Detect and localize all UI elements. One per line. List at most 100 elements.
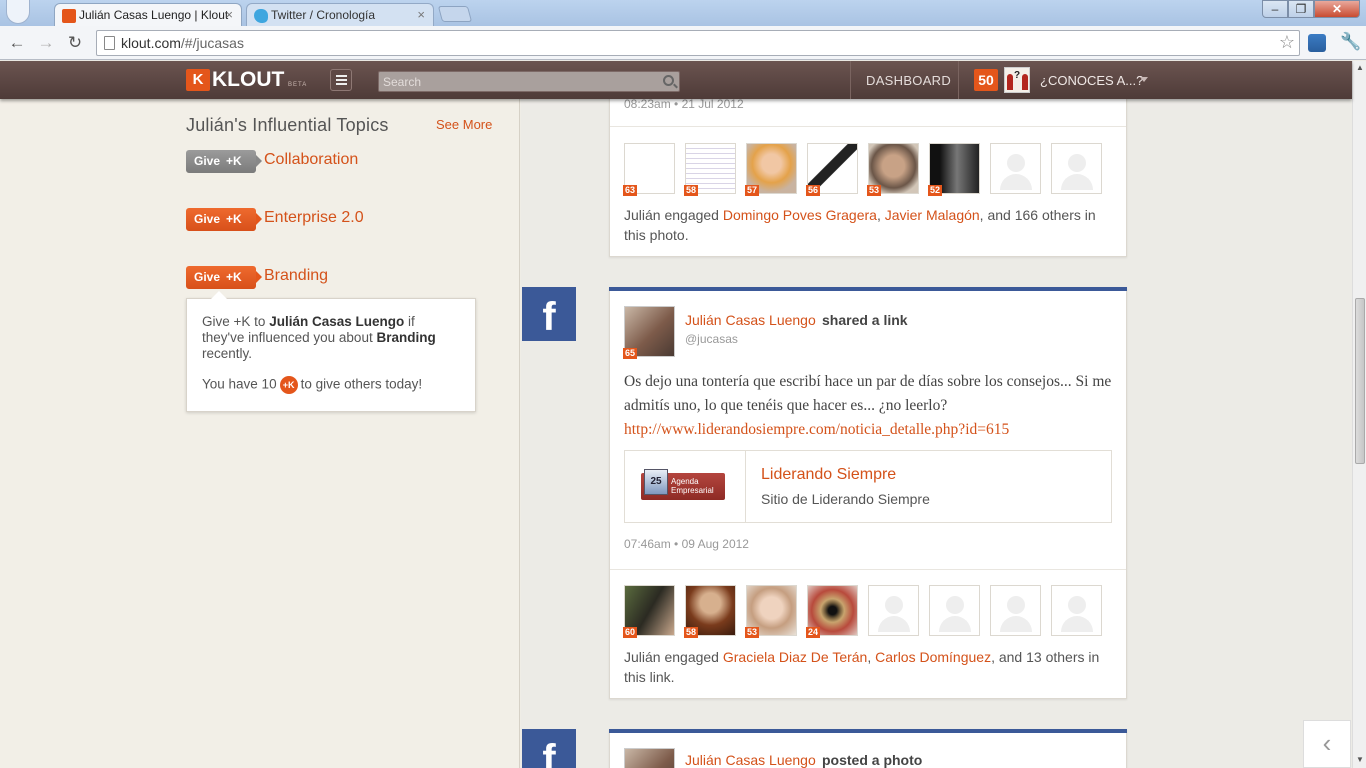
card-timestamp: 07:46am • 09 Aug 2012 xyxy=(624,537,749,551)
link-preview-thumbnail: Agenda Empresarial xyxy=(625,451,746,522)
give-k-button[interactable]: Give +K xyxy=(186,266,262,289)
link-preview-description: Sitio de Liderando Siempre xyxy=(761,491,930,507)
engaged-avatar[interactable]: 63 xyxy=(623,143,675,196)
engaged-avatar-placeholder[interactable] xyxy=(1051,143,1102,194)
engaged-avatar[interactable]: 53 xyxy=(867,143,919,196)
engaged-avatar[interactable]: 58 xyxy=(684,143,736,196)
give-k-tooltip: Give +K to Julián Casas Luengo if they'v… xyxy=(186,291,476,412)
topic-label[interactable]: Branding xyxy=(264,267,328,285)
close-window-button[interactable]: ✕ xyxy=(1314,0,1360,18)
engaged-avatar-placeholder[interactable] xyxy=(990,585,1041,636)
dashboard-link[interactable]: DASHBOARD xyxy=(866,73,951,88)
engaged-avatar[interactable]: 58 xyxy=(684,585,736,638)
engaged-user-link[interactable]: Javier Malagón xyxy=(885,207,980,223)
engaged-user-link[interactable]: Graciela Diaz De Terán xyxy=(723,649,867,665)
author-avatar[interactable] xyxy=(624,748,675,768)
feed-card: Julián Casas Luengo posted a photo xyxy=(609,729,1127,768)
engaged-avatar[interactable]: 56 xyxy=(806,143,858,196)
engaged-avatar-placeholder[interactable] xyxy=(929,585,980,636)
klout-k-icon: K xyxy=(186,69,210,91)
engaged-user-link[interactable]: Domingo Poves Gragera xyxy=(723,207,877,223)
engaged-avatar-placeholder[interactable] xyxy=(1051,585,1102,636)
link-preview[interactable]: Agenda Empresarial Liderando Siempre Sit… xyxy=(624,450,1112,523)
extension-icon[interactable] xyxy=(1308,34,1326,52)
post-action: posted a photo xyxy=(822,752,923,768)
reload-icon[interactable]: ↻ xyxy=(64,33,86,53)
chevron-left-icon[interactable]: ‹ xyxy=(1303,720,1351,768)
hamburger-menu-icon[interactable] xyxy=(330,69,352,91)
user-menu-button[interactable]: ¿CONOCES A...? xyxy=(1040,73,1143,88)
vertical-scrollbar[interactable]: ▲ ▼ xyxy=(1352,61,1366,768)
caret-down-icon[interactable] xyxy=(1140,77,1148,82)
give-k-button[interactable]: Give +K xyxy=(186,150,262,173)
feed-card: 65 Julián Casas Luengo shared a link @ju… xyxy=(609,287,1127,699)
post-body: Os dejo una tontería que escribí hace un… xyxy=(624,373,1112,438)
engaged-avatar-placeholder[interactable] xyxy=(990,143,1041,194)
engaged-summary: Julián engaged Graciela Diaz De Terán, C… xyxy=(624,649,1100,685)
klout-favicon-icon xyxy=(62,9,76,23)
facebook-icon: f xyxy=(522,287,576,341)
forward-arrow-icon[interactable]: → xyxy=(35,33,57,53)
post-link[interactable]: http://www.liderandosiempre.com/noticia_… xyxy=(624,421,1009,438)
tab-twitter[interactable]: Twitter / Cronología × xyxy=(246,3,434,26)
header-divider xyxy=(850,61,851,99)
tab-title: Julián Casas Luengo | Klout xyxy=(79,8,229,22)
post-action: shared a link xyxy=(822,312,908,328)
engaged-avatar[interactable]: 53 xyxy=(745,585,797,638)
engaged-avatar-placeholder[interactable] xyxy=(868,585,919,636)
header-divider xyxy=(958,61,959,99)
scrollbar-thumb[interactable] xyxy=(1355,298,1365,464)
klout-header: KKLOUT BETA DASHBOARD 50 ? ¿CONOCES A...… xyxy=(0,61,1352,99)
topic-label[interactable]: Collaboration xyxy=(264,151,358,169)
profile-icon[interactable] xyxy=(6,0,30,24)
see-more-link[interactable]: See More xyxy=(436,117,492,132)
page-content: Julián's Influential Topics See More Giv… xyxy=(0,99,1352,768)
tab-title: Twitter / Cronología xyxy=(271,8,376,22)
new-tab-button[interactable] xyxy=(437,6,473,22)
browser-toolbar: ← → ↻ klout.com/#/jucasas ☆ 🔧 xyxy=(0,26,1366,60)
engaged-avatar[interactable]: 24 xyxy=(806,585,858,638)
tooltip-line1: Give +K to Julián Casas Luengo if they'v… xyxy=(202,314,436,361)
influential-topics-title: Julián's Influential Topics xyxy=(186,115,389,135)
card-timestamp: 08:23am • 21 Jul 2012 xyxy=(624,99,744,111)
engaged-avatar[interactable]: 60 xyxy=(623,585,675,638)
facebook-icon: f xyxy=(522,729,576,768)
author-avatar[interactable]: 65 xyxy=(623,306,675,359)
feed-card: 08:23am • 21 Jul 2012 63 58 57 56 53 52 … xyxy=(609,99,1127,257)
maximize-window-button[interactable]: ❐ xyxy=(1288,0,1314,18)
author-link[interactable]: Julián Casas Luengo xyxy=(685,312,816,328)
agenda-empresarial-logo: Agenda Empresarial xyxy=(641,469,725,500)
topic-label[interactable]: Enterprise 2.0 xyxy=(264,209,364,227)
beta-label: BETA xyxy=(288,82,308,88)
back-arrow-icon[interactable]: ← xyxy=(6,33,28,53)
klout-logo[interactable]: K KLOUT BETA xyxy=(186,69,306,93)
close-tab-icon[interactable]: × xyxy=(417,7,425,22)
tooltip-line2: You have 10 +K to give others today! xyxy=(202,376,460,394)
author-link[interactable]: Julián Casas Luengo xyxy=(685,752,816,768)
tab-klout[interactable]: Julián Casas Luengo | Klout × xyxy=(54,3,242,26)
engaged-avatar[interactable]: 52 xyxy=(928,143,980,196)
url-text[interactable]: klout.com/#/jucasas xyxy=(121,35,244,51)
give-k-button[interactable]: Give +K xyxy=(186,208,262,231)
wrench-icon[interactable]: 🔧 xyxy=(1340,32,1361,52)
close-tab-icon[interactable]: × xyxy=(225,7,233,22)
page-icon xyxy=(104,36,115,50)
search-icon[interactable] xyxy=(663,75,674,86)
search-box xyxy=(378,71,680,92)
engaged-summary: Julián engaged Domingo Poves Gragera, Ja… xyxy=(624,207,1096,243)
browser-tab-strip: Julián Casas Luengo | Klout × Twitter / … xyxy=(0,0,1366,26)
engaged-avatar[interactable]: 57 xyxy=(745,143,797,196)
user-avatar[interactable]: ? xyxy=(1004,67,1030,93)
engaged-user-link[interactable]: Carlos Domínguez xyxy=(875,649,991,665)
plus-k-coin-icon: +K xyxy=(279,376,298,394)
minimize-window-button[interactable]: ‒ xyxy=(1262,0,1288,18)
bookmark-star-icon[interactable]: ☆ xyxy=(1279,32,1295,53)
scroll-up-arrow-icon[interactable]: ▲ xyxy=(1356,63,1364,72)
address-bar[interactable]: klout.com/#/jucasas ☆ xyxy=(96,30,1300,56)
sidebar: Julián's Influential Topics See More Giv… xyxy=(0,99,520,768)
klout-score-badge[interactable]: 50 xyxy=(974,69,998,91)
link-preview-title[interactable]: Liderando Siempre xyxy=(761,466,896,484)
search-input[interactable] xyxy=(383,73,653,90)
twitter-bird-icon xyxy=(254,9,268,23)
scroll-down-arrow-icon[interactable]: ▼ xyxy=(1356,755,1364,764)
